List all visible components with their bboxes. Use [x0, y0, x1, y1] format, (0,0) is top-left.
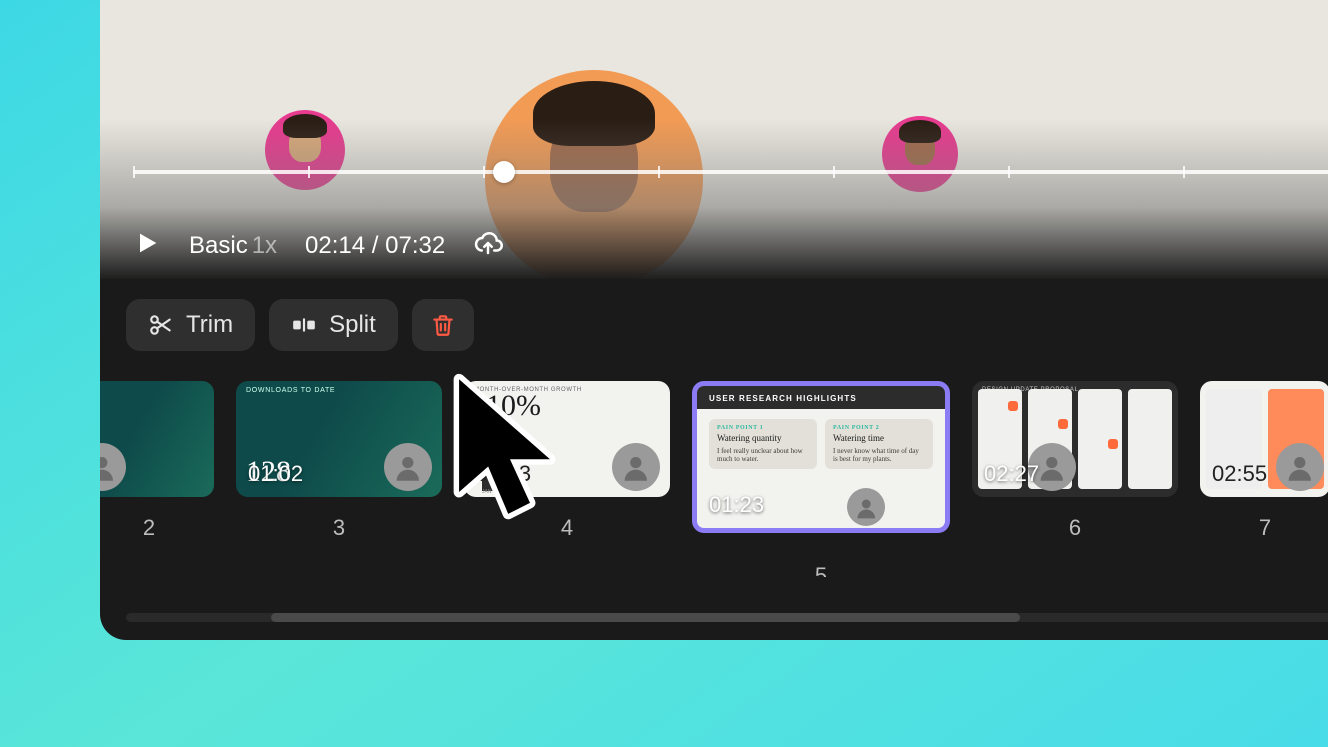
clip-duration: 01:02 [248, 461, 303, 487]
delete-button[interactable] [412, 299, 474, 351]
clip-thumbnail[interactable]: 2 [100, 381, 214, 541]
clip-index: 4 [561, 515, 573, 541]
split-button[interactable]: Split [269, 299, 398, 351]
split-icon [291, 312, 317, 338]
time-total: 07:32 [385, 232, 445, 259]
scissors-icon [148, 312, 174, 338]
clip-duration: 02:55 [1212, 461, 1267, 487]
clip-duration: 00:53 [476, 461, 531, 487]
clip-thumbnail[interactable]: DESIGN UPDATE PROPOSAL 02:27 6 [972, 381, 1178, 541]
pain-point-card: PAIN POINT 2 Watering time I never know … [825, 419, 933, 469]
clip-index: 5 [815, 563, 827, 577]
trash-icon [430, 312, 456, 338]
time-current: 02:14 [305, 232, 365, 259]
clip-duration: 01:23 [709, 492, 764, 518]
time-display: 02:14 / 07:32 [305, 232, 445, 260]
clip-thumbnail[interactable]: DOWNLOADS TO DATE 128 01:02 3 [236, 381, 442, 541]
slide-title: DOWNLOADS TO DATE [246, 387, 335, 394]
split-label: Split [329, 311, 376, 339]
clip-duration: 02:27 [984, 461, 1039, 487]
clip-index: 2 [143, 515, 155, 541]
trim-button[interactable]: Trim [126, 299, 255, 351]
speed-multiplier: 1x [252, 232, 277, 259]
play-button[interactable] [133, 229, 161, 264]
slide-title: MONTH-OVER-MONTH GROWTH [474, 387, 582, 393]
clip-index: 3 [333, 515, 345, 541]
scrubber-handle[interactable] [493, 161, 515, 183]
scrollbar-thumb[interactable] [271, 613, 1020, 622]
clip-thumbnail[interactable]: 02:55 7 [1200, 381, 1328, 541]
playback-scrubber[interactable] [133, 170, 1328, 174]
clip-thumbnail[interactable]: MONTH-OVER-MONTH GROWTH -10% ALLALL JANF… [464, 381, 670, 541]
clip-index: 7 [1259, 515, 1271, 541]
upload-button[interactable] [473, 228, 503, 265]
cloud-upload-icon [473, 228, 503, 258]
play-icon [133, 229, 161, 257]
speed-label-text: Basic [189, 232, 248, 259]
clip-index: 6 [1069, 515, 1081, 541]
pain-point-card: PAIN POINT 1 Watering quantity I feel re… [709, 419, 817, 469]
clip-thumbnails: 2 DOWNLOADS TO DATE 128 01:02 3 MONTH-OV… [100, 361, 1328, 577]
thumbnail-scrollbar[interactable] [126, 613, 1328, 622]
slide-title: USER RESEARCH HIGHLIGHTS [697, 386, 945, 409]
speed-selector[interactable]: Basic1x [189, 232, 277, 260]
playback-controls: Basic1x 02:14 / 07:32 [133, 228, 503, 265]
video-editor-window: how much to water. of day is best for my… [100, 0, 1328, 640]
trim-label: Trim [186, 311, 233, 339]
clip-toolbar: Trim Split [100, 279, 1328, 361]
clip-thumbnail-selected[interactable]: USER RESEARCH HIGHLIGHTS PAIN POINT 1 Wa… [692, 381, 950, 577]
preview-pane: how much to water. of day is best for my… [100, 0, 1328, 279]
